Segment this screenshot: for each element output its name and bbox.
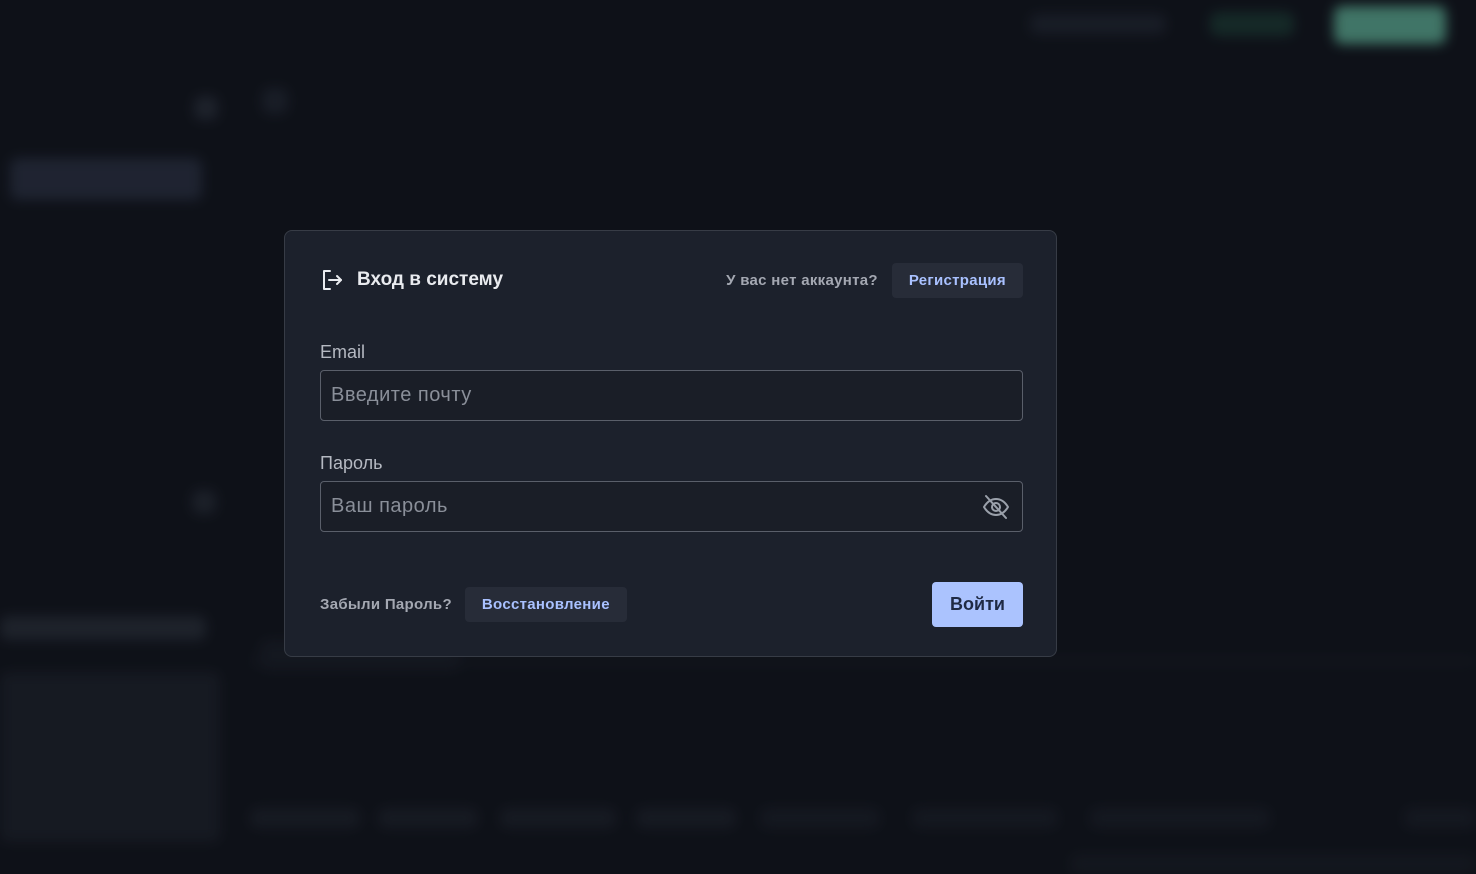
eye-off-icon[interactable] (982, 494, 1010, 520)
email-label: Email (320, 342, 366, 362)
register-button[interactable]: Регистрация (891, 262, 1023, 298)
forgot-password-group: Забыли Пароль? Восстановление (320, 587, 627, 622)
modal-footer: Забыли Пароль? Восстановление Войти (320, 582, 1023, 627)
login-icon (320, 268, 344, 292)
modal-title-group: Вход в систему (320, 268, 503, 292)
modal-title: Вход в систему (357, 269, 504, 290)
password-placeholder: Ваш пароль (331, 495, 448, 517)
login-modal: Вход в систему У вас нет аккаунта? Регис… (284, 230, 1057, 657)
password-field[interactable]: Ваш пароль (320, 481, 1023, 532)
forgot-password-text: Забыли Пароль? (320, 596, 452, 613)
recover-button[interactable]: Восстановление (464, 587, 627, 622)
email-field[interactable]: Введите почту (320, 370, 1023, 421)
password-label: Пароль (320, 453, 383, 473)
no-account-text: У вас нет аккаунта? (726, 271, 878, 289)
register-prompt: У вас нет аккаунта? Регистрация (726, 262, 1023, 298)
login-submit-button[interactable]: Войти (932, 582, 1023, 627)
email-placeholder: Введите почту (331, 384, 472, 406)
modal-header: Вход в систему У вас нет аккаунта? Регис… (320, 262, 1023, 298)
